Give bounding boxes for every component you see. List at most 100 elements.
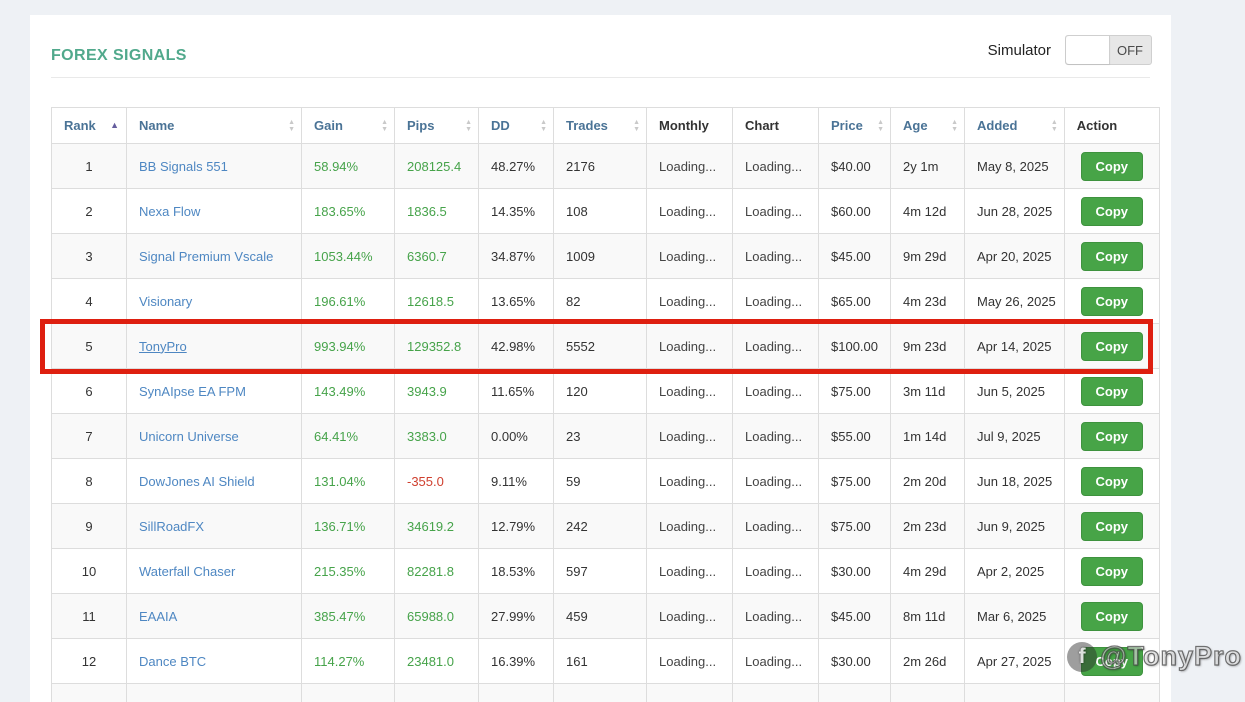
signal-name-link[interactable]: Signal Premium Vscale (139, 249, 273, 264)
cell-gain: 1053.44% (301, 233, 395, 279)
cell-action: Copy (1063, 188, 1160, 234)
cell-name: Signal Premium Vscale (126, 233, 302, 279)
column-header-age[interactable]: Age ▲ ▼ (890, 107, 965, 144)
copy-button[interactable]: Copy (1080, 196, 1144, 226)
column-header-gain[interactable]: Gain ▲ ▼ (301, 107, 395, 144)
sort-down-icon: ▼ (1050, 125, 1058, 133)
signal-name-link[interactable]: Nexa Flow (139, 204, 200, 219)
cell-rank: 3 (51, 233, 127, 279)
column-header-monthly: Monthly (646, 107, 733, 144)
cell-name: SillRoadFX (126, 503, 302, 549)
sort-up-icon: ▲ (951, 118, 958, 126)
column-label: Pips (407, 118, 435, 133)
signal-name-link[interactable]: DowJones AI Shield (139, 474, 255, 489)
cell-action: Copy (1063, 233, 1160, 279)
column-header-dd[interactable]: DD ▲ ▼ (478, 107, 554, 144)
signal-name-link[interactable]: Dance BTC (139, 654, 206, 669)
signal-name-link[interactable]: SillRoadFX (139, 519, 204, 534)
column-header-name[interactable]: Name ▲ ▼ (126, 107, 302, 144)
cell-chart: Loading... (732, 413, 819, 459)
cell-name: BB Signals 551 (126, 143, 302, 189)
cell-name: Unicorn Universe (126, 413, 302, 459)
copy-button[interactable]: Copy (1080, 421, 1144, 451)
cell-trades: 2176 (553, 143, 647, 189)
copy-button[interactable]: Copy (1080, 151, 1144, 181)
cell-chart: Loading... (732, 593, 819, 639)
cell-name: DowJones AI Shield (126, 458, 302, 504)
cell-name: SynAIpse EA FPM (126, 368, 302, 414)
cell-rank: 6 (51, 368, 127, 414)
signals-table-body: 1 BB Signals 551 58.94% 208125.4 48.27% 2176 L… (51, 143, 1160, 702)
cell-rank: 1 (51, 143, 127, 189)
copy-button[interactable]: Copy (1080, 646, 1144, 676)
cell-pips: 65988.0 (394, 593, 479, 639)
copy-button[interactable]: Copy (1080, 331, 1144, 361)
column-header-rank[interactable]: Rank ▲ (51, 107, 127, 144)
cell-price: $30.00 (818, 548, 891, 594)
sort-icons: ▲ ▼ (288, 119, 295, 133)
cell-chart: Loading... (732, 188, 819, 234)
cell-name: Nexa Flow (126, 188, 302, 234)
column-label: Trades (566, 118, 608, 133)
copy-button[interactable]: Copy (1080, 601, 1144, 631)
cell-rank: 11 (51, 593, 127, 639)
cell-price: $45.00 (818, 233, 891, 279)
signal-name-link[interactable]: TonyPro (139, 339, 187, 354)
column-label: Gain (314, 118, 343, 133)
cell-chart: Loading... (732, 548, 819, 594)
column-header-pips[interactable]: Pips ▲ ▼ (394, 107, 479, 144)
signal-name-link[interactable]: BB Signals 551 (139, 159, 228, 174)
signal-name-link[interactable]: Waterfall Chaser (139, 564, 235, 579)
signal-name-link[interactable]: EAAIA (139, 609, 177, 624)
cell-chart: Loading... (732, 638, 819, 684)
copy-button[interactable]: Copy (1080, 511, 1144, 541)
cell-action: Copy (1063, 323, 1160, 369)
copy-button[interactable]: Copy (1080, 286, 1144, 316)
cell-added: Jul 9, 2025 (964, 413, 1065, 459)
cell-gain: 385.47% (301, 593, 395, 639)
cell-gain: 131.04% (301, 458, 395, 504)
cell-added: Apr 14, 2025 (964, 323, 1065, 369)
cell-added: May 26, 2025 (964, 278, 1065, 324)
column-header-added[interactable]: Added ▲ ▼ (964, 107, 1065, 144)
sort-down-icon: ▼ (951, 125, 958, 133)
cell-name: Waterfall Chaser (126, 548, 302, 594)
cell-gain: 183.65% (301, 188, 395, 234)
cell-gain: 993.94% (301, 323, 395, 369)
signal-name-link[interactable]: SynAIpse EA FPM (139, 384, 246, 399)
column-header-trades[interactable]: Trades ▲ ▼ (553, 107, 647, 144)
sort-up-icon: ▲ (633, 118, 640, 126)
cell-monthly: Loading... (646, 143, 733, 189)
signal-name-link[interactable]: Unicorn Universe (139, 429, 239, 444)
copy-button[interactable]: Copy (1080, 556, 1144, 586)
cell-name: Dance BTC (126, 638, 302, 684)
cell-age: 2y 1m (890, 143, 965, 189)
cell-trades: 59 (553, 458, 647, 504)
sort-down-icon: ▼ (381, 125, 388, 133)
column-header-action: Action (1063, 107, 1160, 144)
signals-table: Rank ▲ Name ▲ ▼ Gain ▲ ▼ Pips ▲ ▼ DD ▲ ▼ Trades ▲ ▼ Month… (51, 107, 1160, 702)
page: FOREX SIGNALS Simulator OFF Rank ▲ Name ▲ ▼ G… (0, 0, 1245, 702)
signal-name-link[interactable]: Visionary (139, 294, 192, 309)
cell-action: Copy (1063, 503, 1160, 549)
cell-pips: 12618.5 (394, 278, 479, 324)
copy-button[interactable]: Copy (1080, 466, 1144, 496)
cell-added: Jun 5, 2025 (964, 368, 1065, 414)
copy-button[interactable]: Copy (1080, 376, 1144, 406)
sort-icons: ▲ ▼ (381, 119, 388, 133)
cell-rank: 5 (51, 323, 127, 369)
cell-added: May 8, 2025 (964, 143, 1065, 189)
cell-price: $65.00 (818, 278, 891, 324)
cell-age: 2m 26d (890, 638, 965, 684)
cell-pips: 34619.2 (394, 503, 479, 549)
cell-age: 9m 29d (890, 233, 965, 279)
table-row: 1 BB Signals 551 58.94% 208125.4 48.27% 2176 L… (51, 143, 1160, 189)
cell-dd: 0.00% (478, 413, 554, 459)
sort-down-icon: ▼ (540, 125, 547, 133)
cell-price: $75.00 (818, 503, 891, 549)
simulator-toggle[interactable]: OFF (1065, 35, 1152, 65)
column-header-price[interactable]: Price ▲ ▼ (818, 107, 891, 144)
table-row: 12 Dance BTC 114.27% 23481.0 16.39% 161 Loadin… (51, 638, 1160, 684)
copy-button[interactable]: Copy (1080, 241, 1144, 271)
cell-trades: 82 (553, 278, 647, 324)
